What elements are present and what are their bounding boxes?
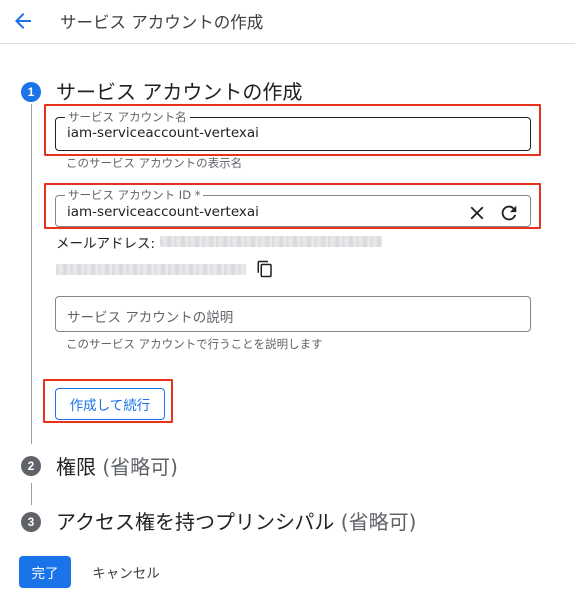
copy-icon: [257, 260, 272, 278]
service-account-id-value: iam-serviceaccount-vertexai: [67, 204, 259, 220]
service-account-description-placeholder: サービス アカウントの説明: [67, 310, 234, 326]
service-account-name-value: iam-serviceaccount-vertexai: [67, 125, 259, 141]
copy-email-button[interactable]: [256, 260, 276, 280]
done-button[interactable]: 完了: [19, 556, 71, 588]
service-account-id-field[interactable]: サービス アカウント ID * iam-serviceaccount-verte…: [55, 188, 531, 227]
step-1-title: サービス アカウントの作成: [56, 80, 303, 104]
step-3-optional: (省略可): [340, 510, 417, 534]
page-title: サービス アカウントの作成: [60, 13, 264, 32]
back-button[interactable]: [11, 9, 35, 33]
arrow-back-icon: [15, 13, 31, 29]
service-account-name-label: サービス アカウント名: [65, 110, 190, 124]
email-address-label: メールアドレス:: [56, 236, 156, 252]
refresh-icon: [501, 205, 517, 221]
step-2-optional: (省略可): [102, 455, 178, 479]
top-app-bar: サービス アカウントの作成: [0, 0, 575, 44]
clear-id-button[interactable]: [466, 202, 488, 224]
step-3-label: アクセス権を持つプリンシパル: [56, 510, 335, 534]
service-account-description-field[interactable]: サービス アカウントの説明: [55, 296, 531, 332]
step-2-title: 権限 (省略可): [56, 451, 178, 480]
service-account-id-label: サービス アカウント ID *: [65, 188, 204, 202]
cancel-button[interactable]: キャンセル: [83, 556, 169, 588]
step-2-number: 2: [21, 456, 41, 476]
step-3-number: 3: [21, 512, 41, 532]
create-and-continue-button[interactable]: 作成して続行: [55, 388, 165, 420]
email-address-redacted: [160, 236, 382, 247]
step-1-connector: [31, 104, 32, 444]
step-2-label: 権限: [56, 455, 96, 479]
step-1-number: 1: [21, 82, 41, 102]
step-3-title: アクセス権を持つプリンシパル (省略可): [56, 506, 416, 535]
service-account-description-hint: このサービス アカウントで行うことを説明します: [66, 337, 323, 351]
email-address-redacted-continued: [56, 264, 246, 275]
service-account-name-hint: このサービス アカウントの表示名: [66, 156, 243, 170]
step-2-connector: [31, 483, 32, 505]
service-account-name-field[interactable]: サービス アカウント名 iam-serviceaccount-vertexai: [55, 110, 531, 151]
close-icon: [470, 206, 484, 220]
regenerate-id-button[interactable]: [498, 202, 520, 224]
